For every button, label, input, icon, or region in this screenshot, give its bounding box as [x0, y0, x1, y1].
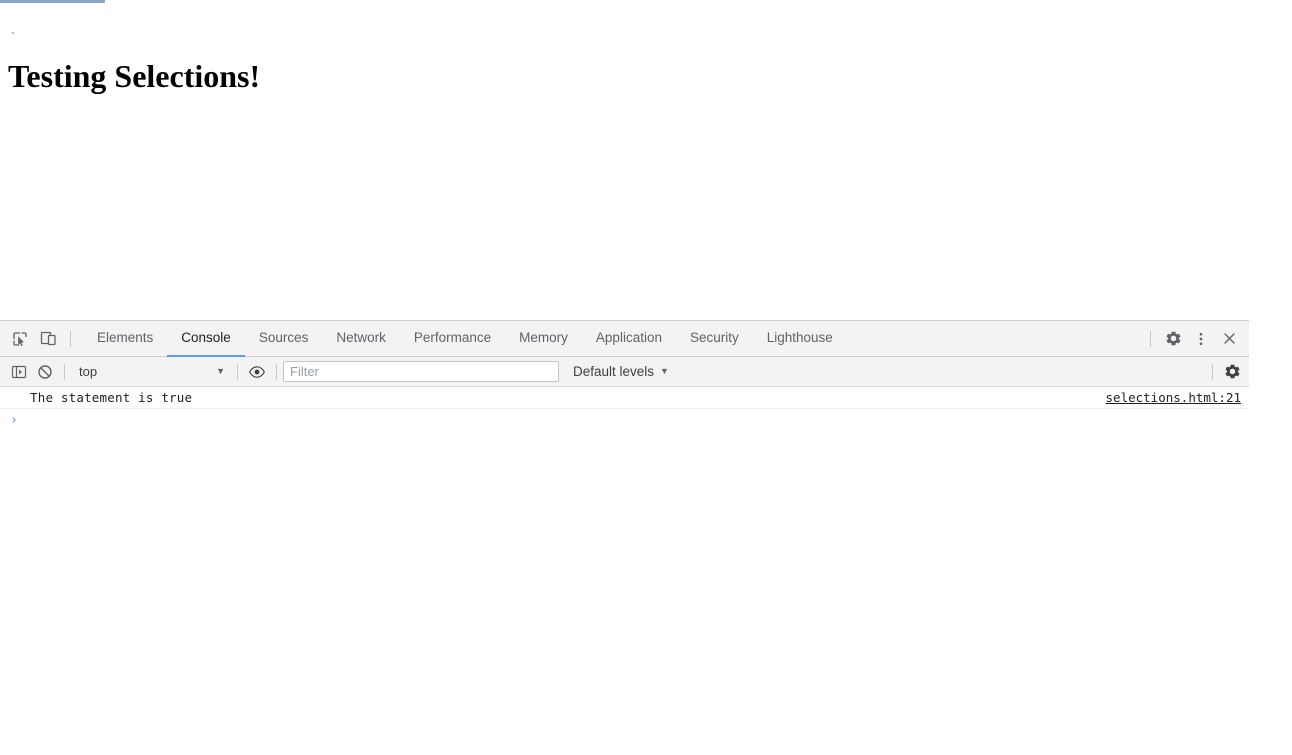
toolbar-divider — [237, 363, 238, 380]
devtools-panel: Elements Console Sources Network Perform… — [0, 320, 1249, 755]
device-toolbar-icon[interactable] — [34, 325, 62, 353]
page-viewport: Testing Selections! — [0, 3, 1292, 320]
toolbar-divider — [276, 363, 277, 380]
toolbar-divider — [64, 363, 65, 380]
tab-elements[interactable]: Elements — [83, 321, 167, 357]
more-options-kebab-icon[interactable] — [1187, 325, 1215, 353]
console-context-selector[interactable]: top ▼ — [71, 361, 231, 383]
live-expression-eye-icon[interactable] — [244, 360, 270, 384]
console-message-source-link[interactable]: selections.html:21 — [1106, 390, 1241, 405]
toolbar-divider — [1212, 363, 1213, 380]
console-message-text: The statement is true — [30, 390, 193, 405]
console-filter-toolbar: top ▼ Default levels ▼ — [0, 357, 1249, 387]
tab-application[interactable]: Application — [582, 321, 676, 357]
console-settings-gear-icon[interactable] — [1219, 360, 1245, 384]
tab-console[interactable]: Console — [167, 321, 245, 357]
tab-sources[interactable]: Sources — [245, 321, 323, 357]
devtools-main-toolbar: Elements Console Sources Network Perform… — [0, 321, 1249, 357]
toolbar-divider — [70, 330, 71, 347]
inspect-element-icon[interactable] — [6, 325, 34, 353]
clear-console-icon[interactable] — [32, 360, 58, 384]
chevron-down-icon: ▼ — [660, 366, 669, 376]
tab-memory[interactable]: Memory — [505, 321, 582, 357]
tab-lighthouse[interactable]: Lighthouse — [753, 321, 847, 357]
console-output: The statement is true selections.html:21… — [0, 387, 1249, 431]
tab-performance[interactable]: Performance — [400, 321, 505, 357]
devtools-toolbar-right — [1142, 325, 1249, 353]
toolbar-divider — [1150, 330, 1151, 347]
chevron-down-icon: ▼ — [216, 366, 225, 376]
prompt-caret-icon: › — [10, 412, 18, 428]
close-devtools-icon[interactable] — [1215, 325, 1243, 353]
page-artifact-dot — [12, 32, 14, 34]
tab-security[interactable]: Security — [676, 321, 753, 357]
tab-network[interactable]: Network — [322, 321, 400, 357]
console-log-row[interactable]: The statement is true selections.html:21 — [0, 387, 1249, 409]
console-log-levels-selector[interactable]: Default levels ▼ — [569, 364, 673, 379]
console-sidebar-toggle-icon[interactable] — [6, 360, 32, 384]
console-log-levels-value: Default levels — [573, 364, 655, 379]
console-prompt[interactable]: › — [0, 409, 1249, 431]
console-filter-input[interactable] — [283, 361, 559, 382]
settings-gear-icon[interactable] — [1159, 325, 1187, 353]
devtools-tab-strip: Elements Console Sources Network Perform… — [83, 321, 1142, 357]
page-title: Testing Selections! — [8, 58, 261, 94]
console-context-value: top — [79, 364, 98, 379]
